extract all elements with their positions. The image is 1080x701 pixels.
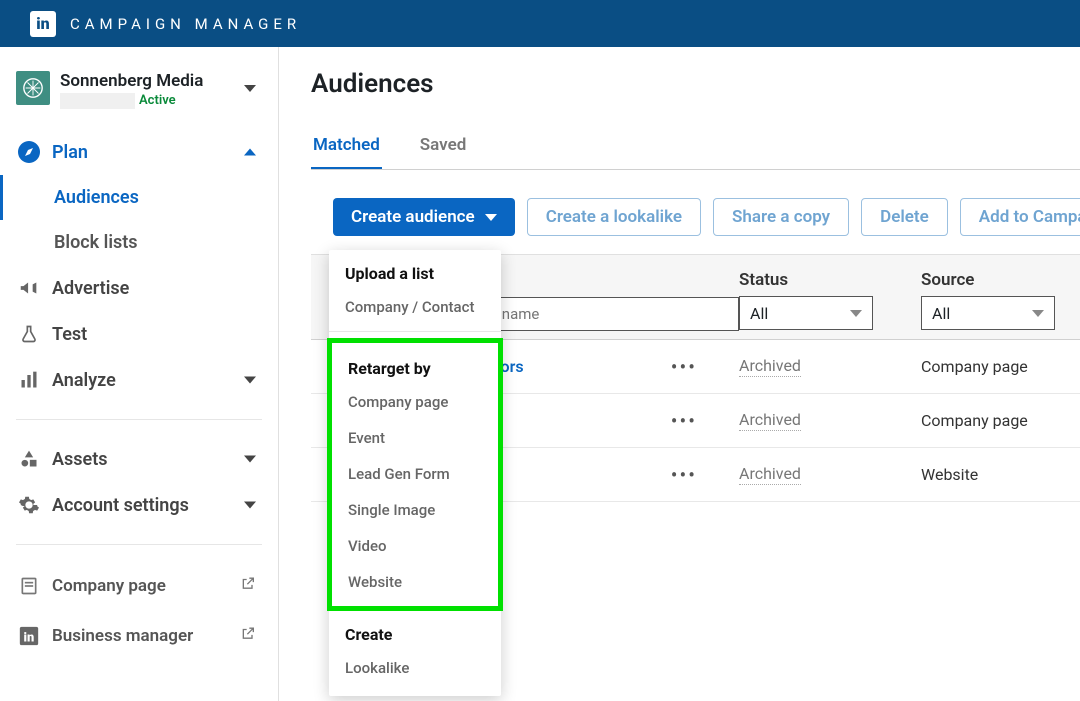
sidebar-assets-label: Assets	[52, 449, 108, 470]
sidebar-item-plan[interactable]: Plan	[0, 129, 278, 175]
dropdown-item-video[interactable]: Video	[332, 528, 498, 564]
sidebar: Sonnenberg Media Active Plan Audiences B…	[0, 47, 279, 701]
row-actions-button[interactable]: •••	[671, 409, 697, 433]
create-audience-button[interactable]: Create audience	[333, 198, 515, 236]
create-audience-dropdown: Upload a list Company / Contact Retarget…	[329, 250, 501, 696]
delete-button[interactable]: Delete	[861, 198, 948, 236]
dropdown-group-create: Create	[329, 611, 501, 650]
divider	[329, 331, 501, 332]
caret-down-icon	[485, 214, 497, 221]
caret-down-icon	[1032, 310, 1044, 317]
source-value: Company page	[921, 411, 1028, 430]
chevron-down-icon	[244, 377, 256, 384]
page-title: Audiences	[311, 69, 1080, 99]
source-value: Website	[921, 465, 978, 484]
status-filter-value: All	[750, 304, 768, 323]
linkedin-icon: in	[16, 623, 42, 649]
svg-text:in: in	[24, 631, 35, 646]
dropdown-item-lookalike[interactable]: Lookalike	[329, 650, 501, 686]
divider	[16, 419, 262, 420]
highlight-retarget-section: Retarget by Company page Event Lead Gen …	[327, 338, 503, 611]
gear-icon	[16, 492, 42, 518]
chevron-down-icon	[244, 502, 256, 509]
linkedin-logo-icon: in	[30, 11, 56, 37]
status-value: Archived	[739, 356, 801, 377]
sidebar-account-settings-label: Account settings	[52, 495, 189, 516]
tab-bar: Matched Saved	[311, 125, 1080, 170]
tab-saved[interactable]: Saved	[418, 125, 469, 169]
sidebar-advertise-label: Advertise	[52, 278, 129, 299]
status-value: Archived	[739, 410, 801, 431]
flask-icon	[16, 321, 42, 347]
dropdown-item-company-page[interactable]: Company page	[332, 384, 498, 420]
sidebar-item-analyze[interactable]: Analyze	[0, 357, 278, 403]
external-link-icon	[240, 626, 256, 647]
megaphone-icon	[16, 275, 42, 301]
sidebar-company-page-label: Company page	[52, 576, 166, 596]
source-value: Company page	[921, 357, 1028, 376]
top-bar: in CAMPAIGN MANAGER	[0, 0, 1080, 47]
page-icon	[16, 573, 42, 599]
account-name: Sonnenberg Media	[60, 71, 262, 91]
sidebar-test-label: Test	[52, 324, 87, 345]
dropdown-item-company-contact[interactable]: Company / Contact	[329, 289, 501, 325]
row-actions-button[interactable]: •••	[671, 463, 697, 487]
dropdown-group-upload: Upload a list	[329, 250, 501, 289]
caret-down-icon	[850, 310, 862, 317]
source-filter-select[interactable]: All	[921, 296, 1055, 330]
dropdown-item-website[interactable]: Website	[332, 564, 498, 600]
audience-search-input[interactable]	[463, 297, 739, 331]
external-link-icon	[240, 576, 256, 597]
dropdown-item-event[interactable]: Event	[332, 420, 498, 456]
app-title: CAMPAIGN MANAGER	[70, 15, 301, 33]
bar-chart-icon	[16, 367, 42, 393]
status-header: Status	[739, 270, 921, 290]
compass-icon	[16, 139, 42, 165]
chevron-down-icon	[244, 85, 256, 92]
sidebar-item-block-lists[interactable]: Block lists	[38, 220, 278, 265]
sidebar-analyze-label: Analyze	[52, 370, 116, 391]
dropdown-item-single-image[interactable]: Single Image	[332, 492, 498, 528]
account-avatar-icon	[16, 71, 50, 105]
chevron-up-icon	[244, 149, 256, 156]
sidebar-item-account-settings[interactable]: Account settings	[0, 482, 278, 528]
row-actions-button[interactable]: •••	[671, 355, 697, 379]
sidebar-plan-label: Plan	[52, 142, 88, 163]
status-filter-select[interactable]: All	[739, 296, 873, 330]
chevron-down-icon	[244, 456, 256, 463]
source-filter-value: All	[932, 304, 950, 323]
sidebar-business-manager-label: Business manager	[52, 626, 193, 646]
source-header: Source	[921, 270, 1080, 290]
shapes-icon	[16, 446, 42, 472]
dropdown-item-lead-gen-form[interactable]: Lead Gen Form	[332, 456, 498, 492]
logo-text: in	[36, 14, 49, 33]
account-status: Active	[139, 93, 176, 108]
account-switcher[interactable]: Sonnenberg Media Active	[0, 65, 278, 123]
sidebar-item-company-page[interactable]: Company page	[0, 561, 278, 611]
sidebar-item-business-manager[interactable]: in Business manager	[0, 611, 278, 661]
add-to-campaign-button[interactable]: Add to Campaign	[960, 198, 1080, 236]
action-toolbar: Create audience Create a lookalike Share…	[311, 170, 1080, 254]
create-lookalike-button[interactable]: Create a lookalike	[527, 198, 701, 236]
sidebar-item-assets[interactable]: Assets	[0, 436, 278, 482]
tab-matched[interactable]: Matched	[311, 125, 382, 169]
status-value: Archived	[739, 464, 801, 485]
share-copy-button[interactable]: Share a copy	[713, 198, 849, 236]
sidebar-item-audiences[interactable]: Audiences	[38, 175, 278, 220]
dropdown-group-retarget: Retarget by	[332, 345, 498, 384]
sidebar-item-test[interactable]: Test	[0, 311, 278, 357]
account-placeholder	[60, 93, 135, 109]
sidebar-item-advertise[interactable]: Advertise	[0, 265, 278, 311]
divider	[16, 544, 262, 545]
create-audience-label: Create audience	[351, 207, 475, 227]
